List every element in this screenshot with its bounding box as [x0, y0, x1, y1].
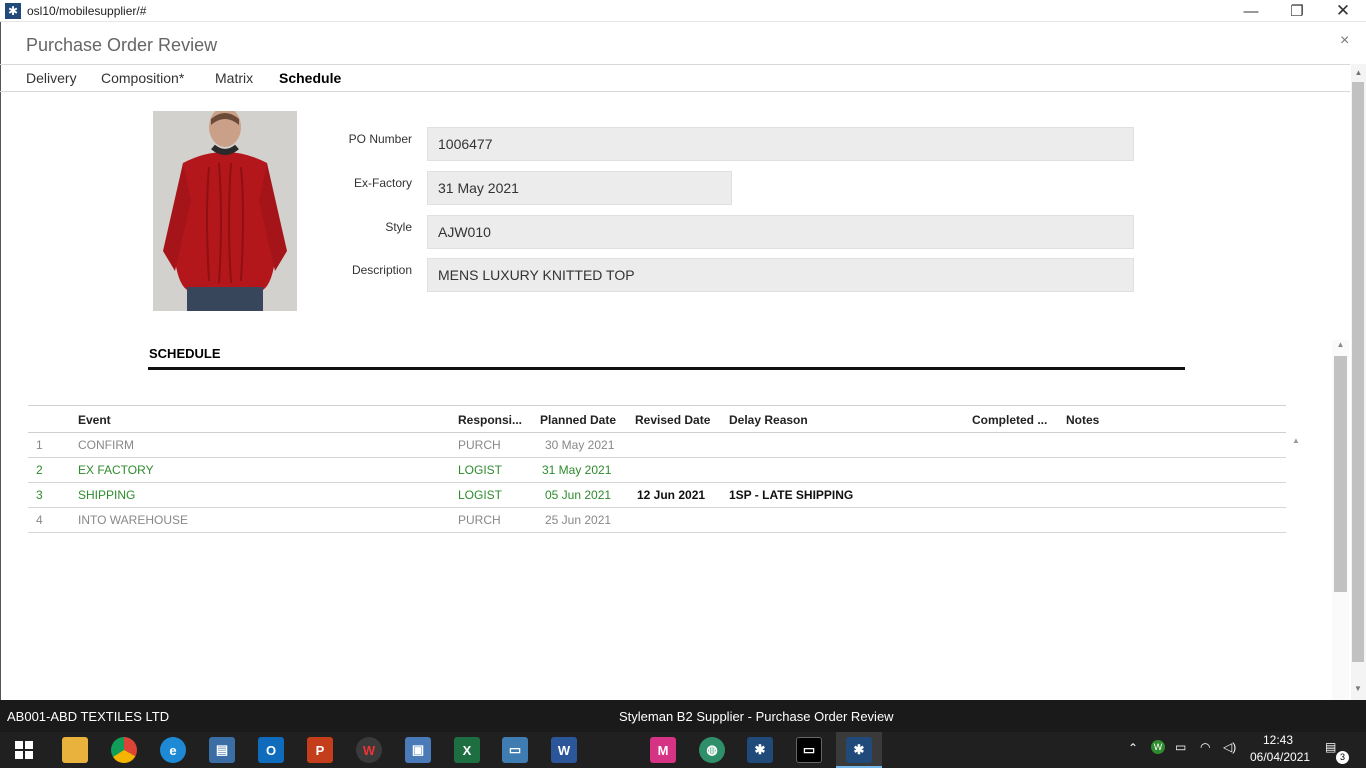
schedule-divider [148, 367, 1185, 370]
notification-badge: 3 [1336, 751, 1349, 764]
description-label: Description [351, 263, 412, 277]
battery-icon[interactable]: ▭ [1175, 740, 1186, 754]
start-button[interactable] [14, 740, 34, 760]
scroll-down-arrow-icon[interactable]: ▼ [1352, 684, 1364, 693]
restore-button[interactable]: ❐ [1274, 0, 1320, 22]
app-status-title: Styleman B2 Supplier - Purchase Order Re… [619, 709, 894, 724]
dialog-close-button[interactable]: × [1340, 32, 1349, 50]
minimize-button[interactable]: — [1228, 0, 1274, 22]
excel-icon[interactable]: X [454, 737, 480, 763]
row-number: 3 [36, 488, 43, 502]
column-header-completed[interactable]: Completed ... [972, 413, 1047, 427]
outlook-icon[interactable]: O [258, 737, 284, 763]
styleman-icon[interactable]: ✱ [747, 737, 773, 763]
app-logo-icon: ✱ [5, 3, 21, 19]
column-header-event[interactable]: Event [78, 413, 111, 427]
word-icon[interactable]: W [551, 737, 577, 763]
row-event[interactable]: INTO WAREHOUSE [78, 513, 188, 527]
row-divider [28, 457, 1286, 458]
window-title: osl10/mobilesupplier/# [27, 4, 147, 18]
row-event[interactable]: CONFIRM [78, 438, 134, 452]
row-revised-date: 12 Jun 2021 [637, 488, 706, 502]
dialog-title: Purchase Order Review [26, 35, 218, 55]
row-planned-date: 05 Jun 2021 [545, 488, 612, 502]
grid-top-border [28, 405, 1286, 406]
column-header-notes[interactable]: Notes [1066, 413, 1099, 427]
powerpoint-icon[interactable]: P [307, 737, 333, 763]
scroll-up-arrow-icon[interactable]: ▲ [1351, 68, 1366, 77]
row-delay-reason: 1SP - LATE SHIPPING [729, 488, 854, 502]
chrome-icon[interactable] [111, 737, 137, 763]
tab-schedule[interactable]: Schedule [279, 70, 341, 86]
product-image [153, 111, 297, 311]
grid-scrollbar[interactable]: ▲ [1290, 436, 1302, 698]
styleman-active-icon[interactable]: ✱ [846, 737, 872, 763]
wifi-icon[interactable]: ◠ [1200, 740, 1210, 754]
edge-icon[interactable]: e [160, 737, 186, 763]
description-field: MENS LUXURY KNITTED TOP [427, 258, 1134, 292]
row-responsible: LOGIST [458, 463, 503, 477]
row-number: 1 [36, 438, 43, 452]
tray-overflow-icon[interactable]: ⌃ [1128, 741, 1138, 755]
row-responsible: PURCH [458, 438, 501, 452]
row-number: 2 [36, 463, 43, 477]
content-scrollbar-thumb[interactable] [1334, 356, 1347, 592]
grid-header-border [28, 432, 1286, 433]
clock-date[interactable]: 06/04/2021 [1250, 750, 1310, 764]
volume-icon[interactable]: ◁) [1223, 740, 1236, 754]
network-app-icon[interactable]: ▣ [405, 737, 431, 763]
notification-icon[interactable]: ▤ [1325, 740, 1336, 754]
ex-factory-label: Ex-Factory [353, 176, 412, 190]
column-header-planned-date[interactable]: Planned Date [540, 413, 616, 427]
style-field: AJW010 [427, 215, 1134, 249]
tab-matrix[interactable]: Matrix [215, 70, 253, 86]
app-w-icon[interactable]: W [356, 737, 382, 763]
tab-divider [0, 91, 1350, 92]
row-divider [28, 482, 1286, 483]
store-icon[interactable]: ▤ [209, 737, 235, 763]
terminal-icon[interactable]: ▭ [796, 737, 822, 763]
row-event[interactable]: SHIPPING [78, 488, 135, 502]
tab-delivery[interactable]: Delivery [26, 70, 77, 86]
row-divider [28, 532, 1286, 533]
row-responsible: LOGIST [458, 488, 503, 502]
app-m-icon[interactable]: M [650, 737, 676, 763]
schedule-section-title: SCHEDULE [149, 346, 221, 361]
tray-app-icon[interactable]: W [1151, 740, 1165, 754]
row-planned-date: 30 May 2021 [545, 438, 615, 452]
tab-composition[interactable]: Composition* [101, 70, 184, 86]
remote-desktop-icon[interactable]: ▭ [502, 737, 528, 763]
column-header-delay-reason[interactable]: Delay Reason [729, 413, 808, 427]
window-titlebar [0, 0, 1366, 22]
row-planned-date: 31 May 2021 [542, 463, 612, 477]
style-label: Style [385, 220, 412, 234]
ex-factory-field: 31 May 2021 [427, 171, 732, 205]
scroll-up-arrow-icon[interactable]: ▲ [1290, 436, 1302, 445]
header-divider [0, 64, 1350, 65]
clock-time[interactable]: 12:43 [1263, 733, 1293, 747]
globe-app-icon[interactable]: ◍ [699, 737, 725, 763]
file-explorer-icon[interactable] [62, 737, 88, 763]
po-number-field: 1006477 [427, 127, 1134, 161]
po-number-label: PO Number [348, 132, 412, 146]
row-planned-date: 25 Jun 2021 [545, 513, 612, 527]
page-scrollbar-thumb[interactable] [1352, 82, 1364, 662]
company-label: AB001-ABD TEXTILES LTD [7, 709, 170, 724]
row-divider [28, 507, 1286, 508]
row-responsible: PURCH [458, 513, 501, 527]
column-header-responsible[interactable]: Responsi... [458, 413, 522, 427]
window-close-button[interactable]: ✕ [1320, 0, 1366, 22]
scroll-up-arrow-icon[interactable]: ▲ [1332, 340, 1349, 349]
row-event[interactable]: EX FACTORY [78, 463, 154, 477]
column-header-revised-date[interactable]: Revised Date [635, 413, 710, 427]
row-number: 4 [36, 513, 43, 527]
